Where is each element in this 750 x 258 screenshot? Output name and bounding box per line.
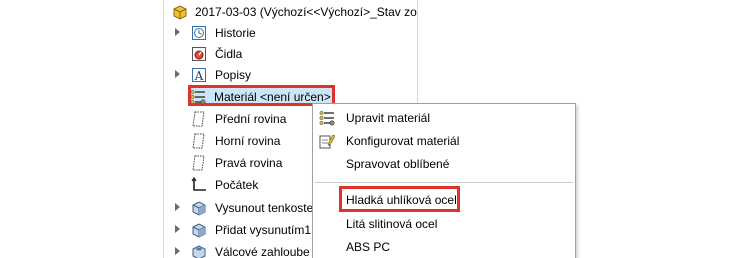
menu-item-label: Spravovat oblíbené xyxy=(346,157,450,171)
tree-item-history[interactable]: Historie xyxy=(164,23,417,44)
annotations-icon: A xyxy=(191,67,207,83)
menu-item-label: ABS PC xyxy=(346,240,391,254)
menu-item-configure-material[interactable]: Konfigurovat materiál xyxy=(313,130,575,152)
expand-arrow-icon[interactable] xyxy=(175,28,180,36)
menu-item-cast-alloy-steel[interactable]: Litá slitinová ocel xyxy=(313,213,575,235)
edit-material-icon xyxy=(319,110,335,126)
expand-arrow-icon[interactable] xyxy=(175,225,180,233)
origin-icon xyxy=(191,176,207,193)
screenshot-stage: 2017-03-03 (Výchozí<<Výchozí>_Stav zob H… xyxy=(0,0,750,258)
tree-item-label: Čidla xyxy=(215,47,243,61)
material-icon xyxy=(190,89,206,105)
expand-arrow-icon[interactable] xyxy=(175,203,180,211)
tree-item-label: Pravá rovina xyxy=(215,156,283,170)
feature-icon xyxy=(191,222,207,238)
feature-icon xyxy=(191,200,207,216)
history-icon xyxy=(191,25,207,41)
configure-material-icon xyxy=(319,133,336,149)
material-context-menu: Upravit materiál Konfigurovat materiál S… xyxy=(312,103,576,258)
tree-item-sensors[interactable]: Čidla xyxy=(164,44,417,65)
part-icon xyxy=(172,4,188,20)
tree-item-label: Historie xyxy=(215,26,256,40)
tree-item-label: Horní rovina xyxy=(215,134,281,148)
expand-arrow-icon[interactable] xyxy=(175,70,180,78)
plane-icon xyxy=(191,111,207,127)
tree-item-label: Popisy xyxy=(215,68,252,82)
plane-icon xyxy=(191,133,207,149)
tree-item-label: Vysunout tenkoste xyxy=(215,201,314,215)
plane-icon xyxy=(191,155,207,171)
menu-item-label: Litá slitinová ocel xyxy=(346,217,438,231)
svg-text:A: A xyxy=(194,69,204,83)
tree-item-annotations[interactable]: A Popisy xyxy=(164,65,417,86)
menu-item-label: Konfigurovat materiál xyxy=(346,134,460,148)
menu-item-manage-favorites[interactable]: Spravovat oblíbené xyxy=(313,153,575,175)
tree-root-part[interactable]: 2017-03-03 (Výchozí<<Výchozí>_Stav zob xyxy=(164,2,417,23)
expand-arrow-icon[interactable] xyxy=(175,247,180,255)
menu-item-edit-material[interactable]: Upravit materiál xyxy=(313,107,575,129)
feature-icon xyxy=(191,244,207,258)
tree-item-label: Přední rovina xyxy=(215,112,287,126)
tree-root-label: 2017-03-03 (Výchozí<<Výchozí>_Stav zob xyxy=(195,5,418,19)
menu-separator xyxy=(315,182,573,183)
menu-item-abs-pc[interactable]: ABS PC xyxy=(313,236,575,258)
menu-item-label: Upravit materiál xyxy=(346,111,431,125)
plain-carbon-steel-annotation-frame xyxy=(339,186,460,212)
sensor-icon xyxy=(191,46,207,62)
tree-item-label: Počátek xyxy=(215,178,259,192)
tree-item-label: Válcové zahloube xyxy=(215,245,310,258)
tree-item-label: Přidat vysunutím1 xyxy=(215,223,312,237)
